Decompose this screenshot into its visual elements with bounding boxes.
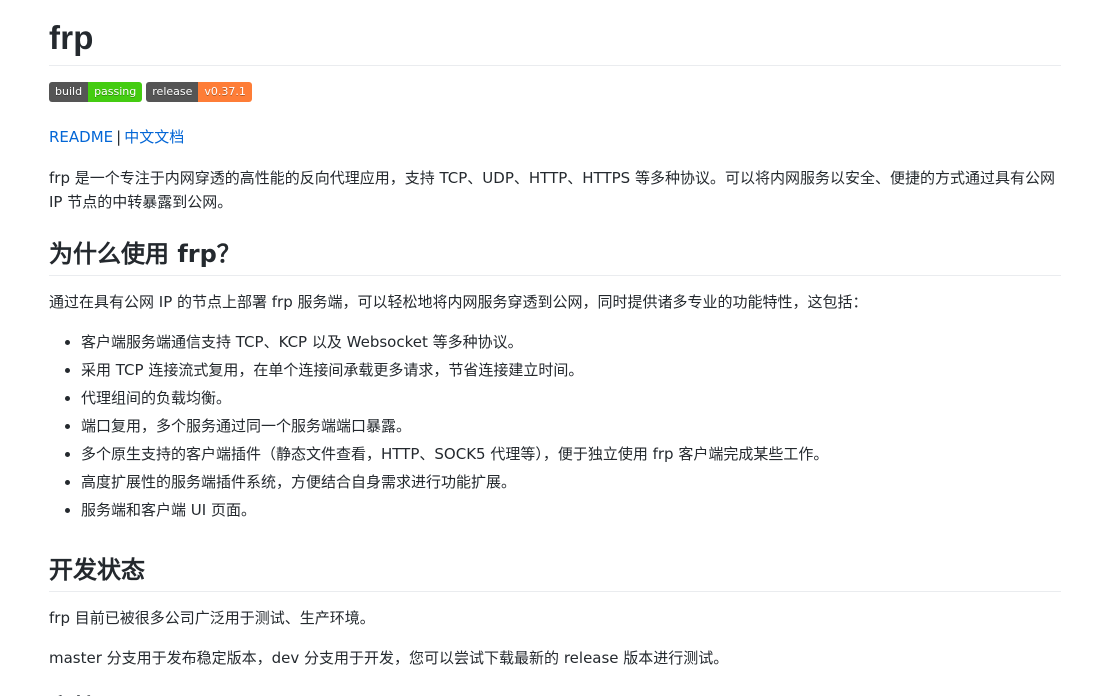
badge-value: passing xyxy=(88,82,143,102)
badge-row: build passing release v0.37.1 xyxy=(49,82,1061,102)
status-paragraph-2: master 分支用于发布稳定版本，dev 分支用于开发，您可以尝试下载最新的 … xyxy=(49,649,729,667)
list-item: 高度扩展性的服务端插件系统，方便结合自身需求进行功能扩展。 xyxy=(81,468,1061,496)
why-heading: 为什么使用 frp？ xyxy=(49,238,1061,276)
readme-page: frp build passing release v0.37.1 README… xyxy=(0,0,1096,696)
link-separator: | xyxy=(116,128,122,146)
release-version-badge[interactable]: release v0.37.1 xyxy=(146,82,252,102)
page-title: frp xyxy=(49,0,1061,66)
list-item: 端口复用，多个服务通过同一个服务端端口暴露。 xyxy=(81,412,1061,440)
readme-content: frp build passing release v0.37.1 README… xyxy=(49,0,1061,696)
list-item: 采用 TCP 连接流式复用，在单个连接间承载更多请求，节省连接建立时间。 xyxy=(81,356,1061,384)
list-item: 多个原生支持的客户端插件（静态文件查看，HTTP、SOCK5 代理等），便于独立… xyxy=(81,440,1061,468)
docs-heading: 文档 xyxy=(49,692,1061,696)
list-item: 代理组间的负载均衡。 xyxy=(81,384,1061,412)
list-item: 服务端和客户端 UI 页面。 xyxy=(81,496,1061,524)
badge-label: build xyxy=(49,82,89,102)
intro-paragraph: frp 是一个专注于内网穿透的高性能的反向代理应用，支持 TCP、UDP、HTT… xyxy=(49,169,1055,211)
chinese-docs-link[interactable]: 中文文档 xyxy=(124,128,184,146)
badge-value: v0.37.1 xyxy=(198,82,252,102)
readme-link[interactable]: README xyxy=(49,128,113,146)
doc-links: README | 中文文档 xyxy=(49,126,1061,148)
build-status-badge[interactable]: build passing xyxy=(49,82,143,102)
list-item: 客户端服务端通信支持 TCP、KCP 以及 Websocket 等多种协议。 xyxy=(81,328,1061,356)
badge-label: release xyxy=(146,82,199,102)
status-paragraph-1: frp 目前已被很多公司广泛用于测试、生产环境。 xyxy=(49,609,375,627)
feature-list: 客户端服务端通信支持 TCP、KCP 以及 Websocket 等多种协议。 采… xyxy=(49,328,1061,524)
why-intro-paragraph: 通过在具有公网 IP 的节点上部署 frp 服务端，可以轻松地将内网服务穿透到公… xyxy=(49,293,868,311)
status-heading: 开发状态 xyxy=(49,554,1061,592)
